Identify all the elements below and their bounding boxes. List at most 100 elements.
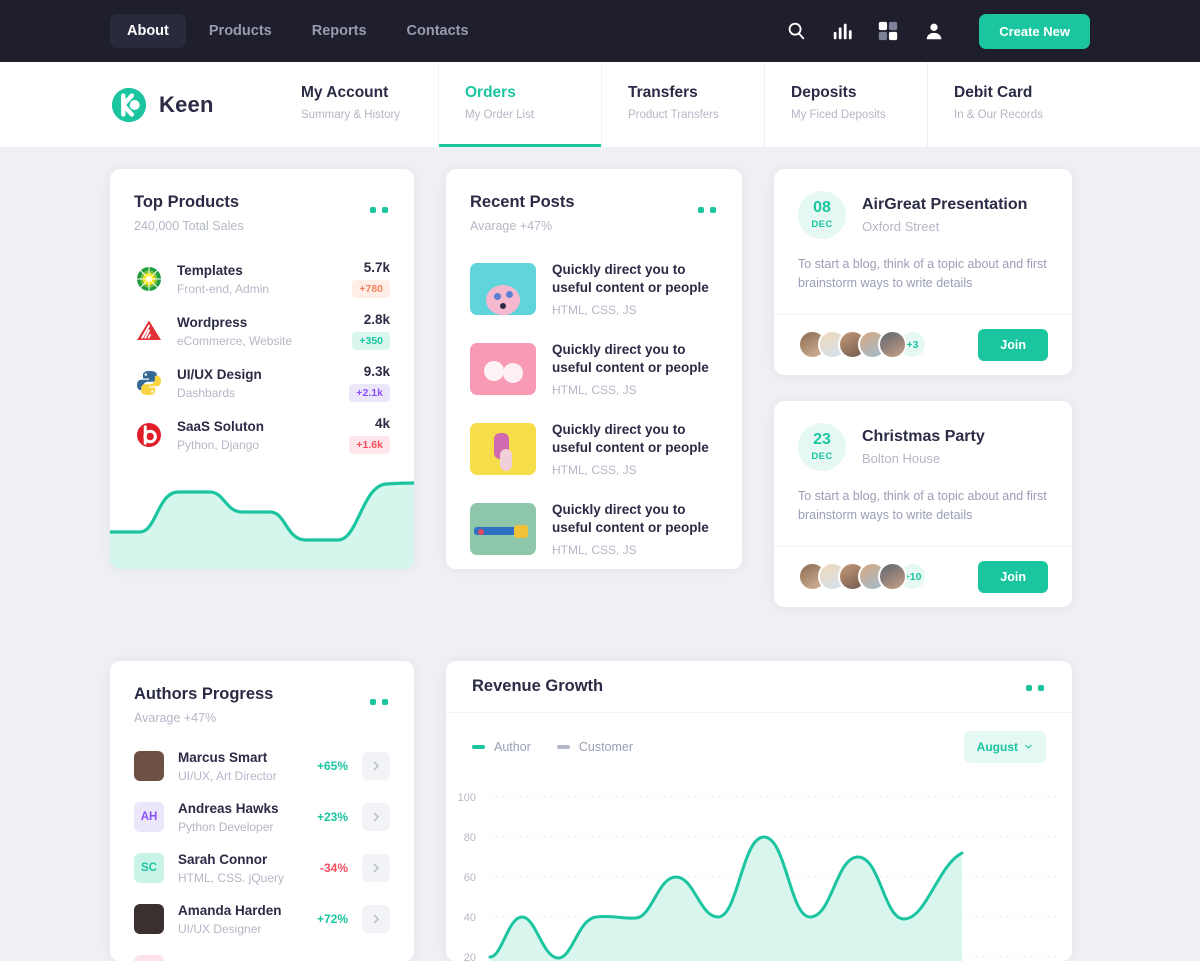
create-new-button[interactable]: Create New	[979, 13, 1090, 49]
topnav-item-about[interactable]: About	[110, 14, 186, 48]
post-title: Quickly direct you to useful content or …	[552, 341, 709, 375]
author-info: Andreas Hawks Python Developer	[178, 801, 317, 834]
legend-item-customer[interactable]: Customer	[556, 739, 634, 754]
revenue-area-chart: 100 80 60 40 20	[446, 779, 1072, 961]
author-row[interactable]: SC Sarah Connor HTML, CSS. jQuery -34%	[134, 843, 390, 894]
event-day: 08	[813, 199, 831, 216]
top-products-item-tags: eCommerce, Website	[177, 333, 293, 348]
top-products-item[interactable]: Wordpress eCommerce, Website 2.8k +350	[134, 305, 390, 357]
grid-icon[interactable]	[877, 20, 899, 42]
tab-deposits[interactable]: Deposits My Ficed Deposits	[764, 62, 927, 147]
event-title: AirGreat Presentation	[862, 196, 1028, 213]
event-place: Bolton House	[862, 450, 941, 466]
top-products-item-name: UI/UX Design	[177, 366, 262, 382]
chevron-right-icon[interactable]	[362, 752, 390, 780]
tab-debit-card[interactable]: Debit Card In & Our Records	[927, 62, 1090, 147]
post-thumbnail	[470, 343, 536, 395]
y-tick-100: 100	[458, 792, 476, 804]
y-tick-20: 20	[464, 952, 476, 961]
authors-menu-icon[interactable]	[370, 698, 388, 705]
top-products-item-main: UI/UX Design Dashbards	[177, 367, 349, 400]
top-products-item-tags: Dashbards	[177, 385, 236, 400]
author-name: Andreas Hawks	[178, 800, 279, 816]
post-tags: HTML, CSS, JS	[552, 303, 637, 318]
legend-label: Author	[494, 739, 531, 754]
tab-transfers[interactable]: Transfers Product Transfers	[601, 62, 764, 147]
events-column: 08 DEC AirGreat Presentation Oxford Stre…	[774, 169, 1072, 633]
revenue-title: Revenue Growth	[472, 676, 604, 695]
search-icon[interactable]	[785, 20, 807, 42]
bp-logo-icon	[134, 264, 164, 294]
top-products-card: Top Products 240,000 Total Sales Templat…	[110, 169, 414, 569]
event-attendee-avatars[interactable]: +10	[798, 562, 927, 591]
legend-item-author[interactable]: Author	[472, 740, 531, 754]
top-products-item-metrics: 4k +1.6k	[349, 416, 390, 454]
top-products-item-name: Wordpress	[177, 314, 248, 330]
join-button[interactable]: Join	[978, 328, 1048, 361]
post-title: Quickly direct you to useful content or …	[552, 501, 709, 535]
dashboard-row-top: Top Products 240,000 Total Sales Templat…	[110, 169, 1090, 633]
authors-list: Marcus Smart UI/UX, Art Director +65% AH…	[110, 725, 414, 961]
beats-logo-icon	[134, 420, 164, 450]
post-title: Quickly direct you to useful content or …	[552, 261, 709, 295]
recent-posts-item[interactable]: Quickly direct you to useful content or …	[470, 329, 718, 409]
top-products-item[interactable]: Templates Front-end, Admin 5.7k +780	[134, 253, 390, 305]
chevron-right-icon[interactable]	[362, 854, 390, 882]
top-products-item[interactable]: UI/UX Design Dashbards 9.3k +2.1k	[134, 357, 390, 409]
author-row[interactable]: Marcus Smart UI/UX, Art Director +65%	[134, 741, 390, 792]
avatar-initials: SC	[134, 853, 164, 883]
avatar-initials: AH	[134, 802, 164, 832]
post-thumbnail	[470, 263, 536, 315]
top-products-subtitle: 240,000 Total Sales	[134, 219, 244, 233]
author-row[interactable]: Amanda Harden UI/UX Designer +72%	[134, 894, 390, 945]
topnav-item-products[interactable]: Products	[192, 14, 289, 48]
author-percent: -34%	[319, 861, 348, 875]
tab-subtitle: Summary & History	[301, 109, 401, 121]
top-bar-actions: Create New	[785, 13, 1090, 49]
revenue-header: Revenue Growth	[446, 661, 1072, 713]
event-description: To start a blog, think of a topic about …	[798, 488, 1047, 523]
author-role: UI/UX Designer	[178, 921, 262, 936]
avatar	[134, 904, 164, 934]
topnav-item-reports[interactable]: Reports	[295, 14, 384, 48]
author-name: Sarah Connor	[178, 851, 268, 867]
legend-label: Customer	[578, 739, 634, 754]
chevron-right-icon[interactable]	[362, 803, 390, 831]
topnav-item-contacts[interactable]: Contacts	[390, 14, 486, 48]
author-row[interactable]: Sean Robbins	[134, 945, 390, 961]
user-icon[interactable]	[923, 20, 945, 42]
event-attendee-avatars[interactable]: +3	[798, 330, 927, 360]
event-body: 08 DEC AirGreat Presentation Oxford Stre…	[774, 169, 1072, 314]
recent-posts-menu-icon[interactable]	[698, 207, 716, 213]
legend-swatch	[472, 744, 485, 749]
join-button[interactable]: Join	[978, 560, 1048, 593]
recent-posts-item[interactable]: Quickly direct you to useful content or …	[470, 489, 718, 569]
month-filter-dropdown[interactable]: August	[963, 730, 1046, 763]
tab-orders[interactable]: Orders My Order List	[438, 62, 601, 147]
tab-subtitle: My Ficed Deposits	[791, 109, 886, 121]
post-title: Quickly direct you to useful content or …	[552, 421, 709, 455]
brand-logo[interactable]: Keen	[110, 62, 301, 147]
top-products-item-main: SaaS Soluton Python, Django	[177, 419, 349, 452]
event-footer: +10 Join	[774, 545, 1072, 607]
top-products-item-badge: +2.1k	[349, 384, 390, 402]
avatar	[134, 751, 164, 781]
recent-posts-title: Recent Posts	[470, 193, 575, 211]
event-day: 23	[813, 430, 831, 448]
recent-posts-item[interactable]: Quickly direct you to useful content or …	[470, 249, 718, 329]
chevron-right-icon[interactable]	[362, 905, 390, 933]
revenue-menu-icon[interactable]	[1026, 684, 1044, 691]
event-month: DEC	[811, 450, 833, 462]
author-info: Marcus Smart UI/UX, Art Director	[178, 750, 317, 783]
recent-posts-item[interactable]: Quickly direct you to useful content or …	[470, 409, 718, 489]
tab-my-account[interactable]: My Account Summary & History	[301, 62, 438, 147]
top-products-menu-icon[interactable]	[370, 207, 388, 213]
legend-swatch	[556, 744, 570, 749]
month-filter-label: August	[976, 739, 1018, 754]
chevron-down-icon	[1025, 744, 1032, 749]
chart-area-fill	[490, 836, 962, 961]
top-products-item-main: Wordpress eCommerce, Website	[177, 315, 352, 348]
author-row[interactable]: AH Andreas Hawks Python Developer +23%	[134, 792, 390, 843]
bar-chart-icon[interactable]	[831, 20, 853, 42]
y-tick-60: 60	[464, 872, 476, 884]
